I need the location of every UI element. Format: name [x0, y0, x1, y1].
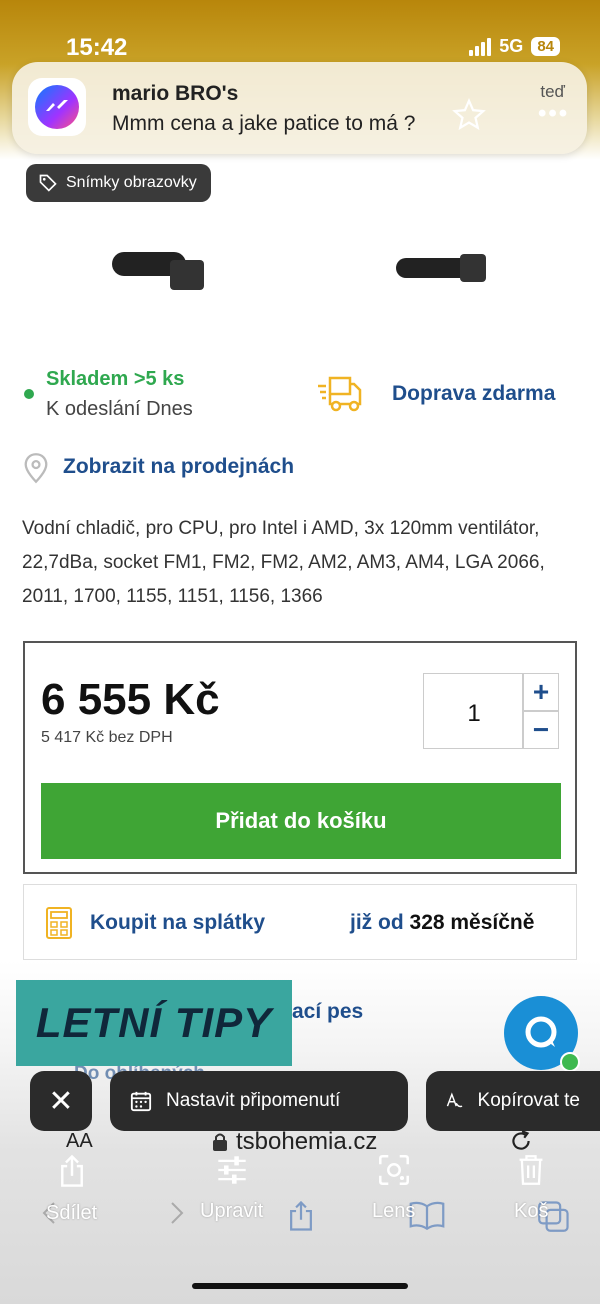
product-description: Vodní chladič, pro CPU, pro Intel i AMD,… — [22, 518, 545, 607]
installment-prefix: již od — [350, 911, 404, 934]
signal-icon — [469, 37, 492, 56]
quantity-decrease-button[interactable]: − — [523, 711, 559, 749]
tag-icon — [39, 174, 57, 192]
adjust-icon — [217, 1156, 246, 1184]
quantity-value: 1 — [467, 700, 481, 727]
messenger-app-icon — [28, 78, 86, 136]
set-reminder-label: Nastavit připomenutí — [166, 1090, 341, 1111]
stock-status: Skladem >5 ks — [46, 368, 185, 390]
messenger-notification[interactable]: mario BRO's Mmm cena a jake patice to má… — [12, 62, 587, 154]
stock-indicator — [24, 389, 34, 399]
status-bar: 15:42 5G 84 — [0, 26, 600, 66]
lens-icon — [378, 1155, 409, 1185]
lens-tool[interactable]: Lens — [372, 1154, 415, 1223]
url-text: tsbohemia.cz — [236, 1128, 378, 1155]
network-type: 5G — [499, 36, 524, 56]
edit-label: Upravit — [200, 1200, 264, 1222]
location-pin-icon — [24, 453, 48, 484]
share-icon — [60, 1154, 83, 1187]
address-bar[interactable]: tsbohemia.cz — [212, 1128, 377, 1156]
screenshot-tag[interactable]: Snímky obrazovky — [26, 164, 211, 202]
forward-icon — [171, 1202, 184, 1224]
calculator-icon — [46, 907, 72, 939]
calendar-icon — [130, 1091, 152, 1112]
installment-label[interactable]: Koupit na splátky — [90, 911, 265, 935]
battery-icon: 84 — [531, 37, 560, 56]
chat-icon — [525, 1016, 557, 1048]
text-size-button[interactable]: AA — [66, 1130, 93, 1153]
set-reminder-button[interactable]: Nastavit připomenutí — [110, 1071, 408, 1131]
product-thumbnail-1[interactable] — [108, 246, 208, 292]
delivery-truck-icon — [318, 376, 362, 412]
notification-sender: mario BRO's — [112, 82, 239, 105]
installment-from: již od 328 měsíčně — [350, 911, 534, 935]
notification-time: teď — [540, 82, 565, 101]
more-icon[interactable]: ••• — [538, 100, 576, 128]
delete-tool[interactable]: Koš — [514, 1154, 548, 1223]
price-without-vat: 5 417 Kč bez DPH — [41, 729, 173, 746]
summer-tips-banner[interactable]: LETNÍ TIPY — [16, 980, 292, 1066]
quantity-input[interactable]: 1 — [423, 673, 523, 749]
price: 6 555 Kč — [41, 675, 220, 724]
installment-amount: 328 měsíčně — [409, 911, 535, 934]
summer-tips-text: LETNÍ TIPY — [35, 999, 273, 1046]
close-button[interactable]: ✕ — [30, 1071, 92, 1131]
star-icon[interactable] — [452, 98, 486, 132]
text-scan-icon — [446, 1092, 463, 1108]
dispatch-info: K odeslání Dnes — [46, 398, 193, 420]
notification-message: Mmm cena a jake patice to má ? — [112, 112, 416, 135]
installment-box[interactable]: Koupit na splátky již od 328 měsíčně — [23, 884, 577, 960]
add-to-cart-button[interactable]: Přidat do košíku — [41, 783, 561, 859]
lock-icon — [213, 1133, 227, 1151]
copy-text-button[interactable]: Kopírovat te — [426, 1071, 600, 1131]
online-status-dot — [560, 1052, 580, 1072]
delete-label: Koš — [514, 1200, 549, 1222]
lens-label: Lens — [372, 1200, 416, 1222]
share-label: Sdílet — [46, 1202, 98, 1224]
price-box: 6 555 Kč 5 417 Kč bez DPH 1 + − Přidat d… — [23, 641, 577, 874]
partial-link-text[interactable]: ací pes — [292, 1000, 363, 1024]
screenshot-tag-label: Snímky obrazovky — [66, 174, 197, 191]
safari-share-icon — [290, 1200, 312, 1231]
show-in-stores-link[interactable]: Zobrazit na prodejnách — [63, 455, 294, 479]
share-tool[interactable]: Sdílet — [46, 1154, 97, 1225]
trash-icon — [519, 1155, 543, 1185]
reload-icon[interactable] — [508, 1128, 534, 1154]
status-time: 15:42 — [66, 34, 128, 61]
free-shipping-label: Doprava zdarma — [392, 382, 556, 405]
quantity-increase-button[interactable]: + — [523, 673, 559, 711]
product-thumbnail-2[interactable] — [394, 252, 492, 286]
status-indicators: 5G 84 — [469, 36, 560, 57]
home-indicator[interactable] — [192, 1283, 408, 1289]
close-icon: ✕ — [48, 1084, 74, 1118]
edit-tool[interactable]: Upravit — [200, 1154, 263, 1223]
copy-text-label: Kopírovat te — [477, 1090, 580, 1111]
